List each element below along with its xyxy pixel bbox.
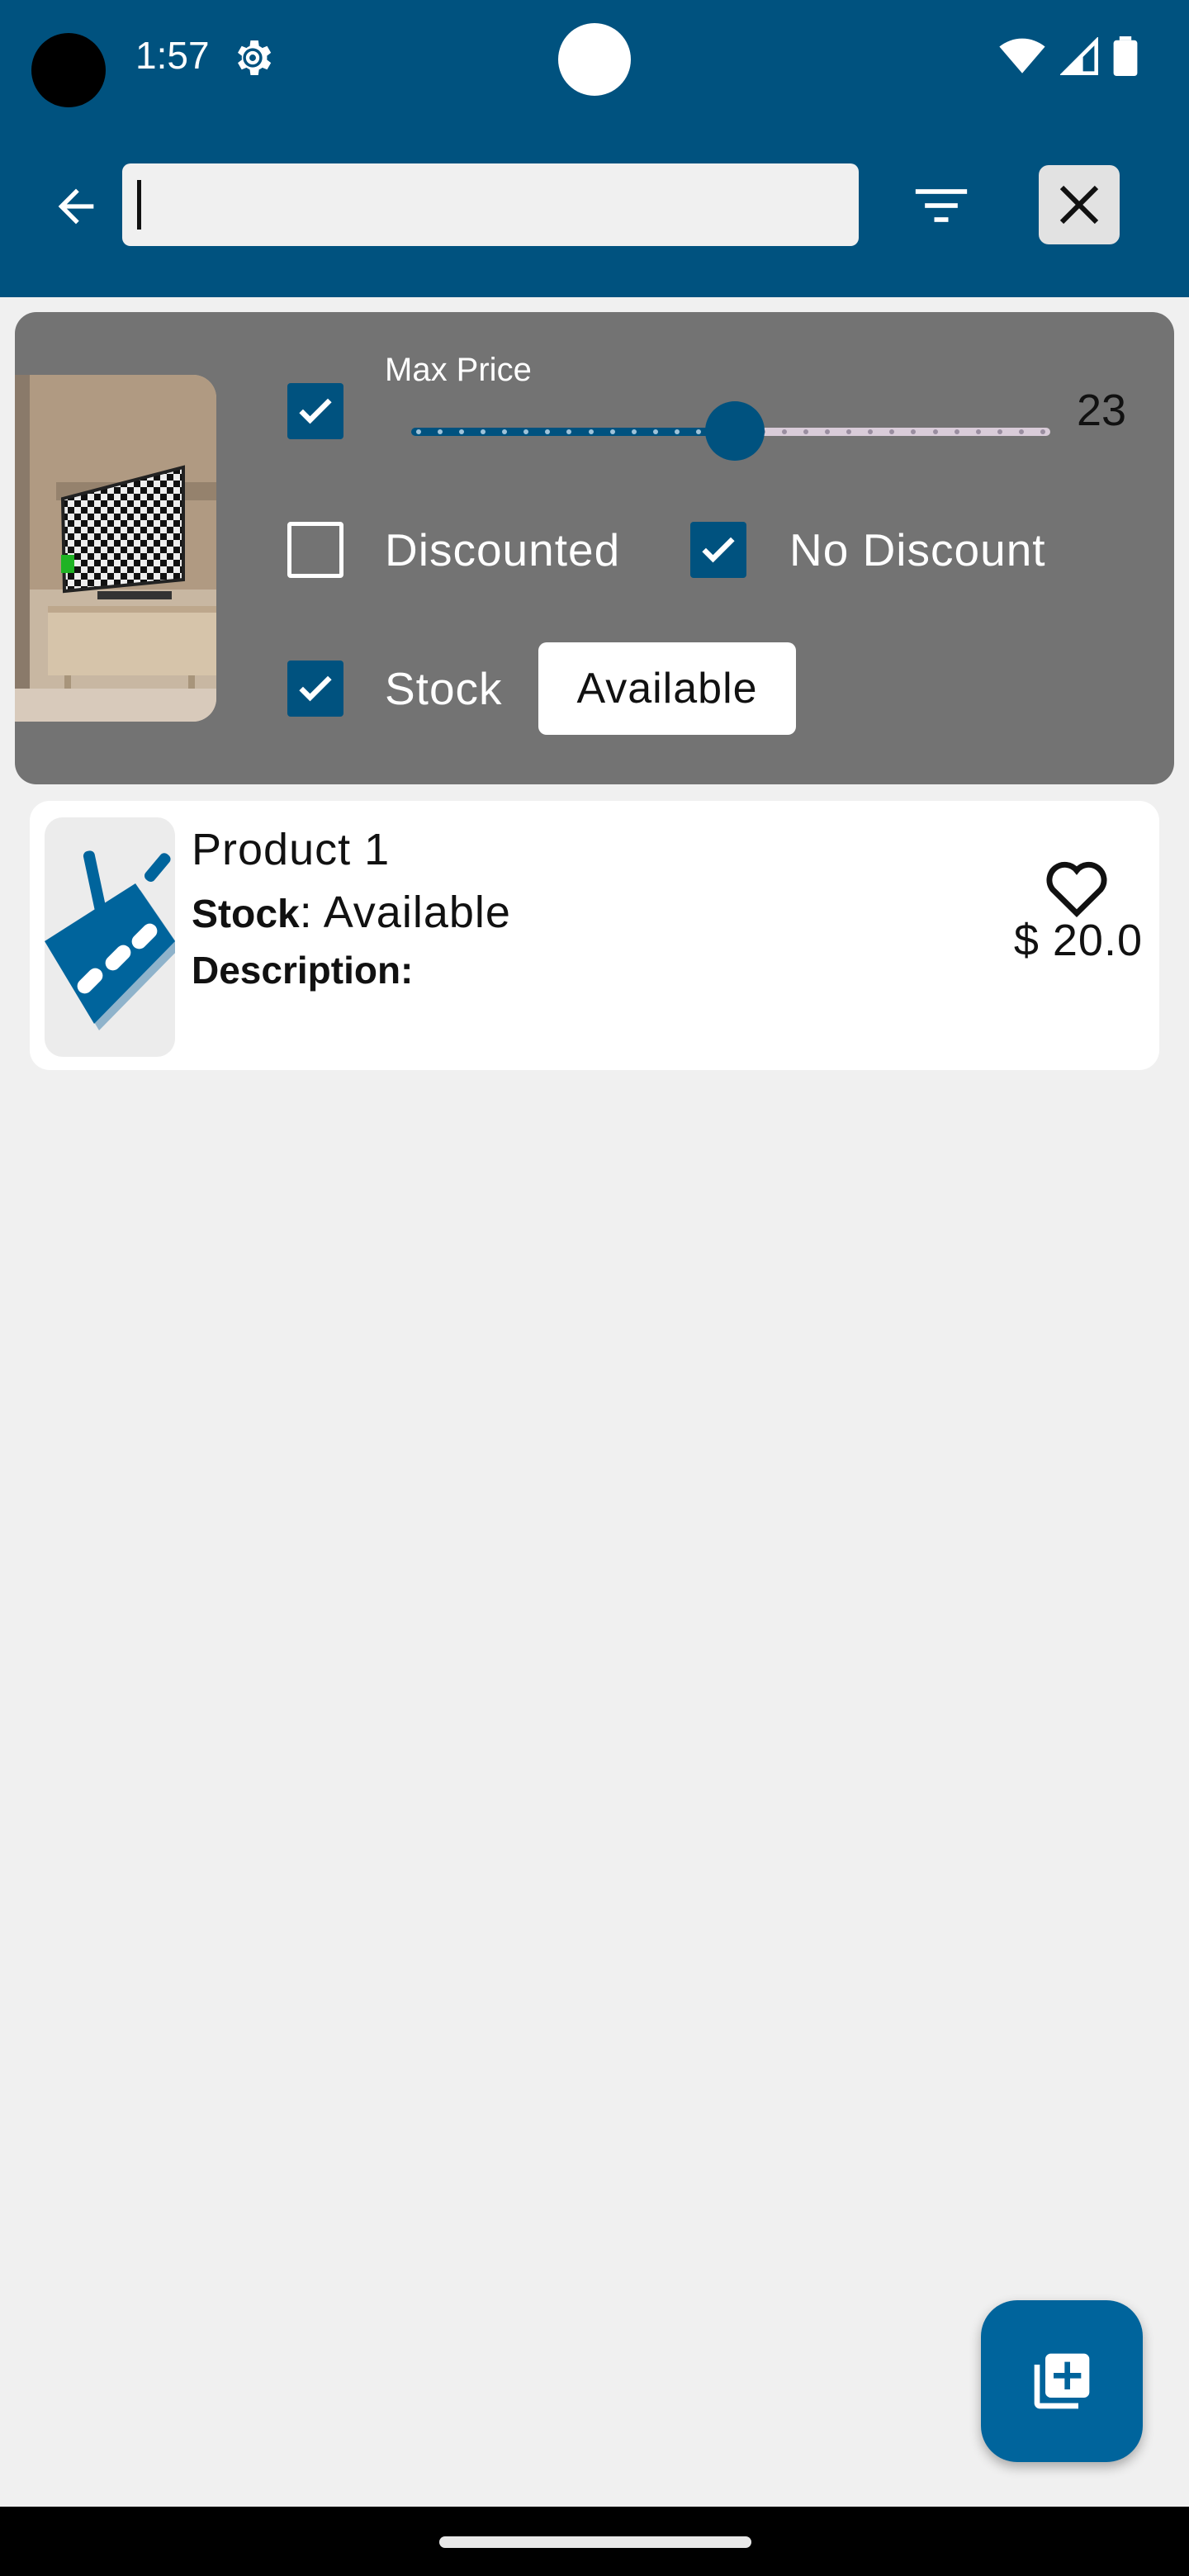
navigation-bar xyxy=(0,2507,1189,2576)
filter-button[interactable] xyxy=(908,177,974,234)
no-discount-label: No Discount xyxy=(789,524,1046,575)
product-card[interactable]: Product 1 Stock: Available Description: … xyxy=(30,801,1159,1070)
product-name: Product 1 xyxy=(192,825,391,874)
check-icon xyxy=(299,675,332,702)
filter-icon xyxy=(915,189,968,222)
add-product-fab[interactable] xyxy=(981,2300,1143,2462)
slider-tick xyxy=(652,429,658,434)
slider-tick xyxy=(997,429,1002,434)
home-gesture-handle[interactable] xyxy=(439,2536,751,2548)
top-app-bar: 1:57 xyxy=(0,0,1189,297)
filter-panel: Max Price 23 Discounted No Discount Stoc… xyxy=(15,312,1174,784)
slider-tick xyxy=(911,429,917,434)
search-input[interactable] xyxy=(122,163,859,246)
status-time: 1:57 xyxy=(135,34,210,77)
signal-icon xyxy=(1060,37,1098,75)
max-price-label: Max Price xyxy=(385,352,532,388)
slider-tick xyxy=(868,429,874,434)
slider-tick xyxy=(609,429,615,434)
product-image xyxy=(45,817,175,1057)
stock-availability-dropdown[interactable]: Available xyxy=(538,642,796,735)
gear-icon xyxy=(238,40,272,75)
status-icons xyxy=(999,36,1138,76)
slider-tick xyxy=(954,429,959,434)
slider-tick xyxy=(782,429,788,434)
slider-tick xyxy=(523,429,529,434)
add-to-library-icon xyxy=(1034,2353,1090,2409)
slider-tick xyxy=(438,429,443,434)
slider-tick xyxy=(566,429,572,434)
check-icon xyxy=(702,537,735,563)
discounted-label: Discounted xyxy=(385,524,621,575)
favorite-button[interactable] xyxy=(1042,855,1111,918)
discounted-checkbox[interactable] xyxy=(287,522,343,578)
max-price-slider-thumb[interactable] xyxy=(705,401,765,461)
slider-tick xyxy=(1018,429,1024,434)
close-icon xyxy=(1059,185,1099,225)
slider-tick xyxy=(459,429,465,434)
product-description-label: Description: xyxy=(192,949,414,992)
slider-tick xyxy=(502,429,508,434)
slider-tick xyxy=(975,429,981,434)
text-cursor xyxy=(137,180,141,230)
stock-checkbox[interactable] xyxy=(287,661,343,717)
shopping-basket-icon xyxy=(45,850,175,1030)
stock-key: Stock xyxy=(192,893,300,936)
stock-label: Stock xyxy=(385,663,503,714)
slider-tick xyxy=(695,429,701,434)
arrow-left-icon xyxy=(58,188,94,225)
slider-tick xyxy=(545,429,551,434)
camera-cutout xyxy=(31,33,106,107)
slider-tick xyxy=(889,429,895,434)
slider-tick xyxy=(932,429,938,434)
stock-value: : Available xyxy=(299,888,511,937)
slider-tick xyxy=(416,429,421,434)
slider-tick xyxy=(481,429,486,434)
slider-tick xyxy=(1040,429,1045,434)
search-field[interactable] xyxy=(122,163,859,246)
slider-tick xyxy=(846,429,852,434)
slider-tick xyxy=(674,429,680,434)
clear-search-button[interactable] xyxy=(1039,165,1120,244)
product-stock: Stock: Available xyxy=(192,887,511,938)
banner-image xyxy=(15,375,216,722)
max-price-checkbox[interactable] xyxy=(287,383,343,439)
product-price: $ 20.0 xyxy=(1013,916,1143,965)
slider-tick xyxy=(588,429,594,434)
heart-outline-icon xyxy=(1046,861,1107,917)
wifi-icon xyxy=(999,38,1045,73)
check-icon xyxy=(299,398,332,424)
max-price-value: 23 xyxy=(1077,386,1127,435)
slider-tick xyxy=(631,429,637,434)
slider-tick xyxy=(825,429,831,434)
battery-icon xyxy=(1113,36,1138,76)
back-button[interactable] xyxy=(43,173,109,239)
slider-tick xyxy=(803,429,809,434)
no-discount-checkbox[interactable] xyxy=(690,522,746,578)
front-camera xyxy=(558,23,631,96)
